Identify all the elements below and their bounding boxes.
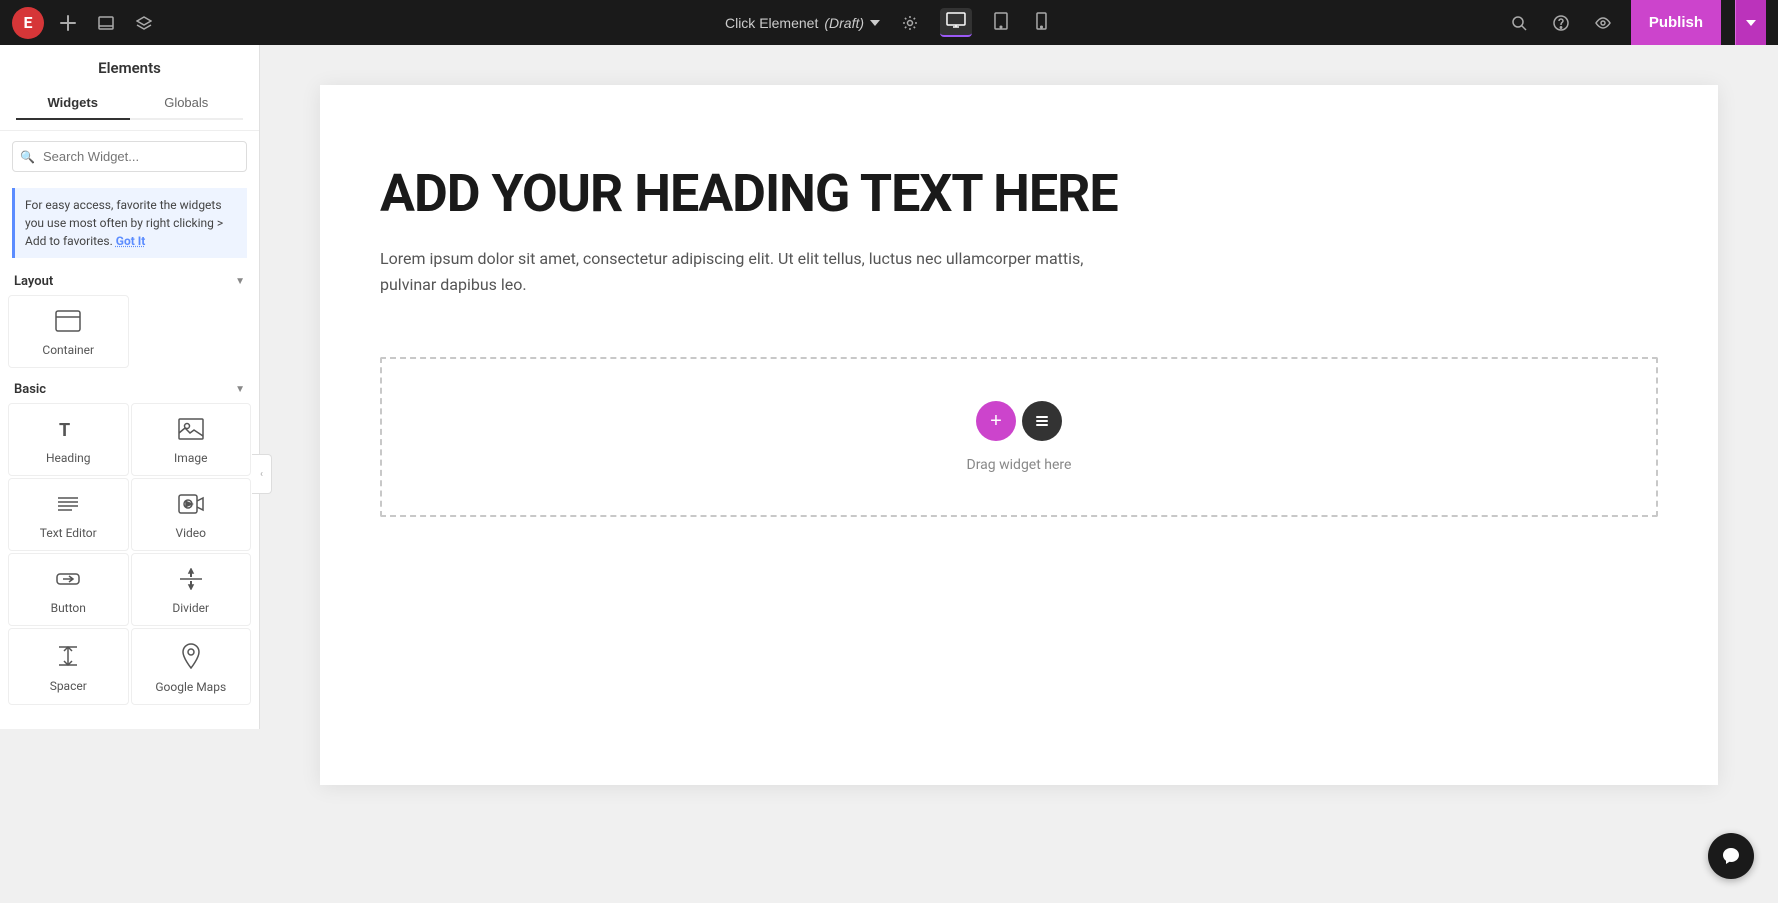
text-editor-icon <box>56 493 80 520</box>
drop-zone-handle-button[interactable] <box>1022 401 1062 441</box>
add-element-button[interactable] <box>54 9 82 37</box>
image-icon <box>178 418 204 445</box>
widget-image[interactable]: Image <box>131 403 252 476</box>
drop-zone[interactable]: + Drag widget here <box>380 357 1658 517</box>
search-box: 🔍 <box>12 141 247 172</box>
basic-section-header[interactable]: Basic ▼ <box>0 372 259 403</box>
widget-google-maps-label: Google Maps <box>155 680 226 694</box>
widget-button-label: Button <box>51 601 86 615</box>
drop-zone-buttons: + <box>976 401 1062 441</box>
basic-chevron-icon: ▼ <box>235 384 245 395</box>
widget-heading[interactable]: T Heading <box>8 403 129 476</box>
tip-box: For easy access, favorite the widgets yo… <box>12 188 247 258</box>
layout-chevron-icon: ▼ <box>235 276 245 287</box>
publish-button[interactable]: Publish <box>1631 0 1721 45</box>
search-input[interactable] <box>12 141 247 172</box>
top-bar: E Click Elemenet (Draft) <box>0 0 1778 45</box>
widget-video[interactable]: Video <box>131 478 252 551</box>
content-section: ADD YOUR HEADING TEXT HERE Lorem ipsum d… <box>320 85 1718 357</box>
mobile-view-button[interactable] <box>1030 8 1053 37</box>
drop-zone-add-button[interactable]: + <box>976 401 1016 441</box>
sidebar: Elements Widgets Globals 🔍 For easy acce… <box>0 45 260 729</box>
layout-section-label: Layout <box>14 274 53 289</box>
video-icon <box>178 493 204 520</box>
preview-button[interactable] <box>1589 9 1617 37</box>
search-button[interactable] <box>1505 9 1533 37</box>
widget-spacer-label: Spacer <box>50 679 87 693</box>
top-bar-right: Publish <box>1505 0 1766 45</box>
desktop-view-button[interactable] <box>940 8 972 37</box>
main-layout: Elements Widgets Globals 🔍 For easy acce… <box>0 45 1778 903</box>
page-title-button[interactable]: Click Elemenet (Draft) <box>725 15 880 31</box>
spacer-icon <box>56 644 80 673</box>
svg-text:T: T <box>59 420 70 440</box>
tablet-view-button[interactable] <box>988 8 1014 37</box>
body-text: Lorem ipsum dolor sit amet, consectetur … <box>380 246 1120 297</box>
widget-container-label: Container <box>42 343 94 357</box>
tab-widgets[interactable]: Widgets <box>16 87 130 120</box>
heading-icon: T <box>56 418 80 445</box>
sidebar-collapse-handle[interactable]: ‹ <box>252 454 272 494</box>
publish-dropdown-button[interactable] <box>1735 0 1766 45</box>
widget-spacer[interactable]: Spacer <box>8 628 129 705</box>
sidebar-wrapper: Elements Widgets Globals 🔍 For easy acce… <box>0 45 260 903</box>
divider-icon <box>178 568 204 595</box>
responsive-mode-button[interactable] <box>92 9 120 37</box>
tabs: Widgets Globals <box>16 87 243 120</box>
widget-text-editor-label: Text Editor <box>40 526 97 540</box>
sidebar-scroll: Layout ▼ Container Basic ▼ <box>0 264 259 729</box>
got-it-link[interactable]: Got It <box>116 234 146 248</box>
layout-section-header[interactable]: Layout ▼ <box>0 264 259 295</box>
elementor-logo[interactable]: E <box>12 7 44 39</box>
page-title-text: Click Elemenet <box>725 15 818 31</box>
widget-container[interactable]: Container <box>8 295 129 368</box>
button-icon <box>55 568 81 595</box>
widget-divider-label: Divider <box>172 601 209 615</box>
widget-google-maps[interactable]: Google Maps <box>131 628 252 705</box>
heading-text: ADD YOUR HEADING TEXT HERE <box>380 165 1658 222</box>
sidebar-title: Elements <box>16 59 243 77</box>
tab-globals[interactable]: Globals <box>130 87 244 120</box>
help-button[interactable] <box>1547 9 1575 37</box>
sidebar-header: Elements Widgets Globals <box>0 45 259 131</box>
page-status-text: (Draft) <box>824 15 864 31</box>
google-maps-icon <box>180 643 202 674</box>
layout-widgets-grid: Container <box>0 295 259 372</box>
basic-widgets-grid: T Heading Image <box>0 403 259 709</box>
search-icon: 🔍 <box>20 150 35 164</box>
widget-divider[interactable]: Divider <box>131 553 252 626</box>
layers-button[interactable] <box>130 9 158 37</box>
basic-section-label: Basic <box>14 382 46 397</box>
widget-image-label: Image <box>174 451 207 465</box>
canvas-area: ADD YOUR HEADING TEXT HERE Lorem ipsum d… <box>260 45 1778 903</box>
widget-heading-label: Heading <box>46 451 91 465</box>
top-bar-left: E <box>12 7 158 39</box>
settings-button[interactable] <box>896 9 924 37</box>
chat-fab[interactable] <box>1708 833 1754 879</box>
widget-text-editor[interactable]: Text Editor <box>8 478 129 551</box>
canvas-inner: ADD YOUR HEADING TEXT HERE Lorem ipsum d… <box>320 85 1718 785</box>
widget-video-label: Video <box>175 526 206 540</box>
widget-button[interactable]: Button <box>8 553 129 626</box>
container-icon <box>55 310 81 337</box>
drop-zone-label: Drag widget here <box>967 457 1072 473</box>
top-bar-center: Click Elemenet (Draft) <box>725 8 1053 37</box>
